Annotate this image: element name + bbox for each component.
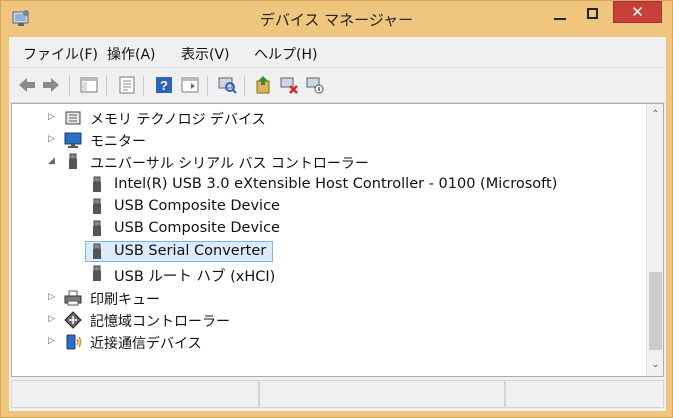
show-hide-tree-icon[interactable] bbox=[79, 75, 99, 95]
storage-controller-icon bbox=[64, 311, 82, 329]
toolbar: ? bbox=[9, 67, 666, 103]
memory-device-icon bbox=[65, 111, 81, 125]
close-icon: ✕ bbox=[631, 3, 644, 21]
tree-item-usb-device[interactable]: USB Composite Device bbox=[12, 196, 312, 218]
device-tree[interactable]: ▷ メモリ テクノロジ デバイス ▷ モニター ◢ ユニバーサル シリアル バス… bbox=[11, 103, 664, 377]
proximity-device-icon bbox=[66, 334, 82, 350]
uninstall-icon[interactable] bbox=[279, 75, 299, 95]
update-driver-icon[interactable] bbox=[253, 75, 273, 95]
client-area: ファイル(F) 操作(A) 表示(V) ヘルプ(H) ? ▷ メモリ テクノロジ… bbox=[9, 37, 666, 411]
monitor-icon bbox=[64, 132, 82, 148]
menu-bar: ファイル(F) 操作(A) 表示(V) ヘルプ(H) bbox=[9, 37, 666, 67]
tree-item-usb-device[interactable]: USB Composite Device bbox=[12, 218, 312, 240]
close-button[interactable]: ✕ bbox=[613, 1, 662, 23]
toolbar-separator bbox=[143, 76, 144, 96]
back-icon[interactable] bbox=[17, 75, 37, 95]
tree-item-monitors[interactable]: ▷ モニター bbox=[12, 129, 312, 151]
printer-icon bbox=[64, 290, 82, 306]
status-pane bbox=[11, 380, 259, 408]
menu-action[interactable]: 操作(A) bbox=[107, 44, 156, 64]
forward-icon[interactable] bbox=[41, 75, 61, 95]
tree-item-proximity-devices[interactable]: ▷ 近接通信デバイス bbox=[12, 331, 312, 353]
expand-arrow-icon[interactable]: ▷ bbox=[48, 336, 58, 346]
minimize-button[interactable] bbox=[545, 1, 575, 29]
tree-item-memory-technology[interactable]: ▷ メモリ テクノロジ デバイス bbox=[12, 107, 312, 129]
title-bar[interactable]: デバイス マネージャー ✕ bbox=[1, 1, 672, 37]
expand-arrow-icon[interactable]: ▷ bbox=[48, 292, 58, 302]
toolbar-separator bbox=[207, 76, 208, 96]
status-bar bbox=[11, 380, 664, 408]
tree-item-storage-controllers[interactable]: ▷ 記憶域コントローラー bbox=[12, 309, 312, 331]
menu-help[interactable]: ヘルプ(H) bbox=[254, 44, 317, 64]
expand-arrow-icon[interactable]: ▷ bbox=[48, 314, 58, 324]
svg-text:?: ? bbox=[160, 78, 168, 93]
usb-plug-icon bbox=[93, 176, 101, 192]
maximize-button[interactable] bbox=[578, 1, 608, 29]
expand-arrow-icon[interactable]: ▷ bbox=[48, 134, 58, 144]
properties-icon[interactable] bbox=[117, 75, 137, 95]
usb-plug-icon bbox=[93, 243, 101, 259]
toolbar-separator bbox=[106, 76, 107, 96]
scroll-up-icon[interactable]: ⌃ bbox=[650, 109, 661, 120]
usb-plug-icon bbox=[93, 220, 101, 236]
menu-file[interactable]: ファイル(F) bbox=[23, 44, 98, 64]
scroll-down-icon[interactable]: ⌄ bbox=[650, 359, 661, 370]
tree-item-usb-device[interactable]: USB ルート ハブ (xHCI) bbox=[12, 263, 312, 285]
tree-item-usb-serial-converter[interactable]: USB Serial Converter bbox=[12, 241, 312, 263]
collapse-arrow-icon[interactable]: ◢ bbox=[48, 156, 58, 166]
device-manager-window: デバイス マネージャー ✕ ファイル(F) 操作(A) 表示(V) ヘルプ(H)… bbox=[0, 0, 673, 418]
action-pane-icon[interactable] bbox=[180, 75, 200, 95]
toolbar-separator bbox=[244, 76, 245, 96]
expand-arrow-icon[interactable]: ▷ bbox=[48, 112, 58, 122]
scan-hardware-icon[interactable] bbox=[217, 75, 237, 95]
disable-icon[interactable] bbox=[305, 75, 325, 95]
tree-item-print-queues[interactable]: ▷ 印刷キュー bbox=[12, 287, 312, 309]
usb-plug-icon bbox=[93, 198, 101, 214]
scroll-thumb[interactable] bbox=[649, 272, 662, 350]
status-pane bbox=[505, 380, 664, 408]
help-icon[interactable]: ? bbox=[154, 75, 174, 95]
tree-item-usb-controllers[interactable]: ◢ ユニバーサル シリアル バス コントローラー bbox=[12, 151, 412, 173]
vertical-scrollbar[interactable]: ⌃ ⌄ bbox=[646, 104, 663, 376]
status-pane bbox=[259, 380, 505, 408]
usb-plug-icon bbox=[93, 265, 101, 281]
menu-view[interactable]: 表示(V) bbox=[181, 44, 230, 64]
toolbar-separator bbox=[69, 76, 70, 96]
usb-plug-icon bbox=[69, 153, 77, 169]
tree-item-usb-device[interactable]: Intel(R) USB 3.0 eXtensible Host Control… bbox=[12, 174, 612, 196]
